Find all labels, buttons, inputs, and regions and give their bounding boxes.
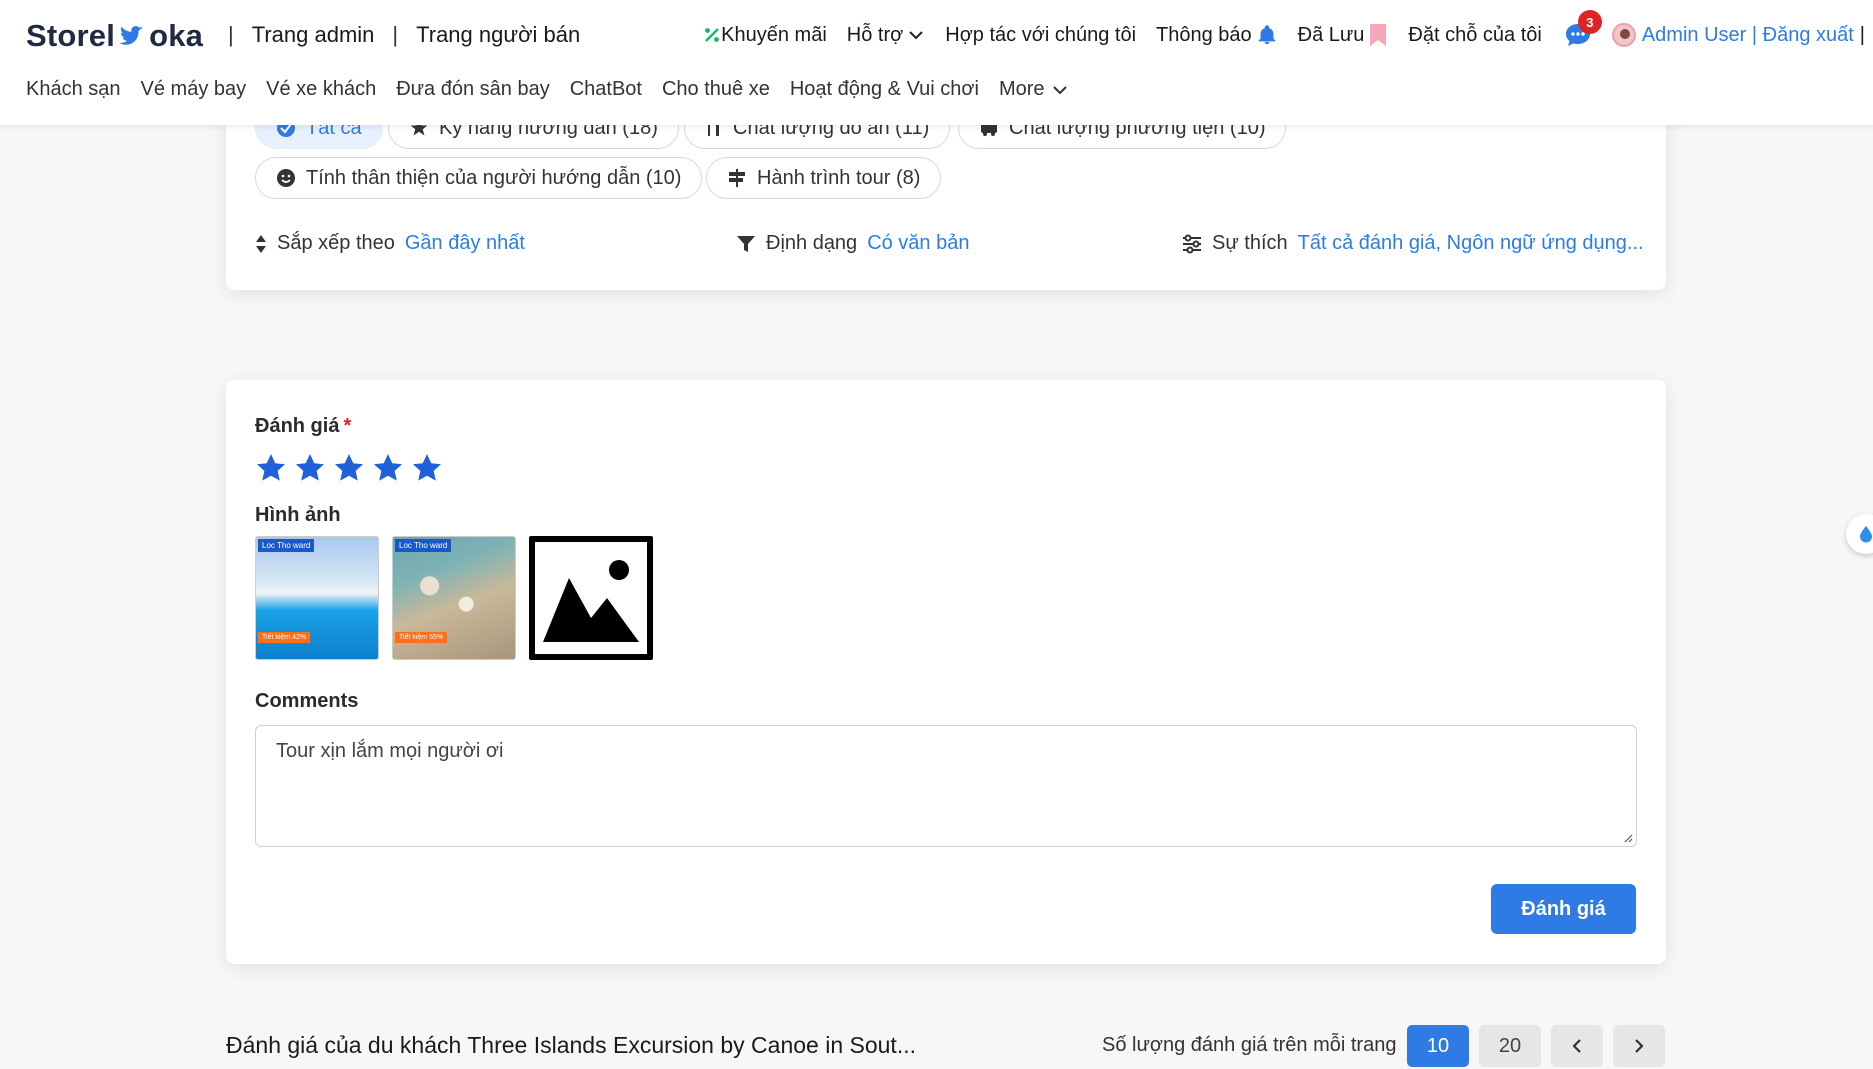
star-icon[interactable] [372, 452, 404, 484]
nav-separator: | [1859, 23, 1865, 46]
format-label: Định dạng [766, 232, 858, 254]
logo-text-right: oka [149, 18, 204, 53]
bookings-label: Đặt chỗ của tôi [1408, 23, 1542, 46]
images-label: Hình ảnh [255, 504, 341, 526]
promo-link[interactable]: Khuyến mãi [699, 24, 827, 47]
sort-value[interactable]: Gần đây nhất [405, 232, 525, 255]
sort-control[interactable]: Sắp xếp theo Gần đây nhất [255, 232, 525, 255]
nav-separator: | [392, 22, 399, 47]
next-page-button[interactable] [1613, 1025, 1665, 1067]
chat-button[interactable]: 3 [1564, 10, 1602, 48]
sliders-icon [1182, 234, 1202, 254]
sort-label: Sắp xếp theo [277, 232, 395, 254]
format-value[interactable]: Có văn bản [867, 232, 969, 255]
logo-text-left: Storel [26, 18, 116, 53]
review-image-thumb[interactable]: Loc Tho ward Tiết kiệm 55% [392, 536, 516, 660]
sort-icon [255, 234, 267, 254]
notifications-label: Thông báo [1156, 23, 1252, 46]
saved-link[interactable]: Đã Lưu [1298, 23, 1389, 47]
comment-text: Tour xịn lắm mọi người ơi [276, 740, 504, 762]
chevron-down-icon [909, 31, 923, 40]
comments-label: Comments [255, 690, 359, 712]
top-header: Storel oka | Trang admin | Trang người b… [0, 0, 1873, 125]
bell-icon [1258, 25, 1275, 45]
reviews-section-title: Đánh giá của du khách Three Islands Excu… [226, 1032, 916, 1058]
chevron-down-icon [1052, 85, 1067, 94]
admin-nav: | Trang admin | Trang người bán [210, 22, 580, 48]
preference-value[interactable]: Tất cả đánh giá, Ngôn ngữ ứng dụng... [1298, 232, 1644, 255]
star-icon[interactable] [411, 452, 443, 484]
image-save-badge: Tiết kiệm 55% [395, 632, 448, 643]
filter-chip-label: Tính thân thiện của người hướng dẫn (10) [306, 166, 682, 189]
star-icon[interactable] [255, 452, 287, 484]
support-menu[interactable]: Hỗ trợ [847, 24, 925, 47]
nav-separator: | [228, 22, 234, 47]
submit-review-button[interactable]: Đánh giá [1491, 884, 1636, 934]
preference-label: Sự thích [1212, 232, 1288, 254]
user-logout-link[interactable]: Admin User | Đăng xuất [1642, 24, 1854, 47]
partner-label: Hợp tác với chúng tôi [945, 23, 1137, 46]
smile-icon [276, 168, 296, 188]
comment-textarea[interactable]: Tour xịn lắm mọi người ơi [255, 725, 1637, 847]
avatar[interactable] [1611, 23, 1636, 47]
image-placeholder-icon [543, 560, 639, 642]
user-nav: Khuyến mãi Hỗ trợ Hợp tác với chúng tôi … [679, 10, 1865, 48]
nav-car-rental[interactable]: Cho thuê xe [662, 78, 770, 101]
star-rating[interactable] [255, 452, 450, 484]
nav-more-menu[interactable]: More [999, 78, 1069, 101]
star-icon[interactable] [333, 452, 365, 484]
saved-label: Đã Lưu [1297, 23, 1365, 46]
droplet-icon [1860, 526, 1872, 543]
nav-hotels[interactable]: Khách sạn [26, 78, 121, 101]
required-mark: * [343, 415, 352, 437]
nav-airport-transfer[interactable]: Đưa đón sân bay [396, 78, 550, 101]
bookings-link[interactable]: Đặt chỗ của tôi [1408, 24, 1541, 47]
review-form-card: Đánh giá * Hình ảnh Loc Tho ward Tiết kiệ… [226, 380, 1666, 964]
chevron-right-icon [1635, 1039, 1644, 1053]
percent-icon [705, 28, 720, 42]
chat-badge: 3 [1577, 10, 1602, 34]
star-icon[interactable] [294, 452, 326, 484]
add-image-placeholder[interactable] [529, 536, 653, 660]
bookmark-icon [1370, 24, 1387, 46]
nav-bus-tickets[interactable]: Vé xe khách [266, 78, 376, 101]
image-tag: Loc Tho ward [258, 539, 315, 552]
review-image-thumb[interactable]: Loc Tho ward Tiết kiệm 42% [255, 536, 379, 660]
filter-funnel-icon [736, 234, 756, 254]
nav-chatbot[interactable]: ChatBot [570, 78, 642, 101]
notifications-link[interactable]: Thông báo [1156, 24, 1278, 47]
resize-handle-icon[interactable] [1623, 833, 1633, 843]
nav-flights[interactable]: Vé máy bay [141, 78, 247, 101]
promo-label: Khuyến mãi [721, 23, 827, 46]
prev-page-button[interactable] [1551, 1025, 1603, 1067]
signpost-icon [727, 168, 747, 188]
per-page-20-button[interactable]: 20 [1479, 1025, 1541, 1067]
filter-chip-label: Hành trình tour (8) [757, 166, 921, 189]
floating-assistant-button[interactable] [1846, 514, 1873, 554]
nav-activities[interactable]: Hoạt động & Vui chơi [790, 78, 979, 101]
image-thumbnails: Loc Tho ward Tiết kiệm 42% Loc Tho ward … [255, 536, 666, 660]
rating-label-text: Đánh giá [255, 415, 340, 437]
nav-more-label: More [998, 78, 1045, 100]
top-bar: Storel oka | Trang admin | Trang người b… [0, 0, 1873, 72]
image-save-badge: Tiết kiệm 42% [258, 632, 311, 643]
site-logo[interactable]: Storel oka [26, 18, 203, 54]
per-page-label: Số lượng đánh giá trên mỗi trang [1102, 1034, 1397, 1056]
rating-label: Đánh giá * [255, 415, 351, 438]
per-page-10-button[interactable]: 10 [1407, 1025, 1469, 1067]
chevron-left-icon [1572, 1039, 1581, 1053]
bird-logo-icon [119, 26, 143, 45]
seller-page-link[interactable]: Trang người bán [416, 22, 580, 48]
partner-link[interactable]: Hợp tác với chúng tôi [945, 24, 1136, 47]
format-control[interactable]: Định dạng Có văn bản [736, 232, 969, 255]
preference-control[interactable]: Sự thích Tất cả đánh giá, Ngôn ngữ ứng d… [1182, 232, 1644, 255]
image-tag: Loc Tho ward [395, 539, 452, 552]
filter-chip-itinerary[interactable]: Hành trình tour (8) [706, 157, 942, 199]
category-nav: Khách sạn Vé máy bay Vé xe khách Đưa đón… [26, 78, 1089, 101]
support-label: Hỗ trợ [846, 23, 904, 46]
filter-chip-guide-friendliness[interactable]: Tính thân thiện của người hướng dẫn (10) [255, 157, 703, 199]
admin-page-link[interactable]: Trang admin [252, 22, 375, 48]
